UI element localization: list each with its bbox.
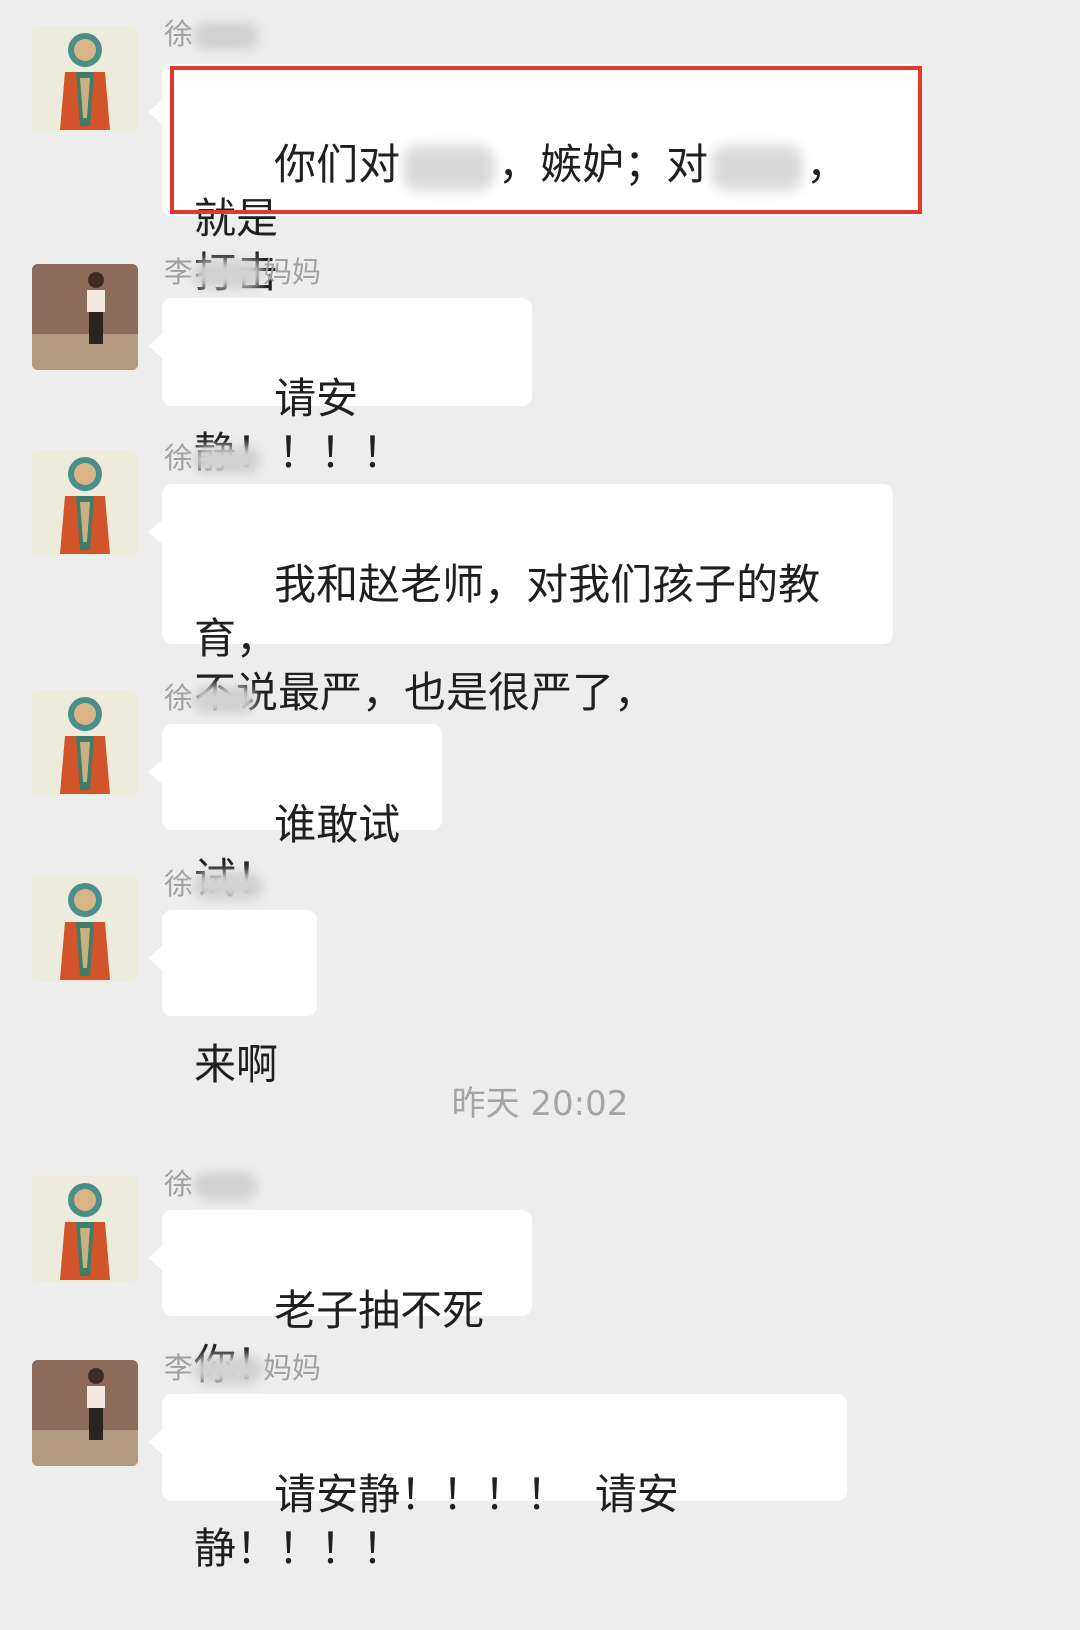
redacted-text-blur (404, 145, 495, 190)
buddha-painting-icon (32, 876, 138, 982)
sender-name: 李 妈妈 (164, 1348, 321, 1388)
sender-name-visible: 徐 (164, 441, 194, 475)
sender-name: 徐 (164, 864, 264, 904)
sender-name-visible: 徐 (164, 867, 194, 901)
message-text-part: 你们对 (274, 140, 401, 189)
message-bubble[interactable]: 谁敢试试！ (148, 724, 442, 903)
sender-name-visible: 徐 (164, 1167, 194, 1201)
buddha-avatar[interactable] (32, 26, 138, 132)
sender-name-visible: 李 (164, 255, 194, 289)
redacted-name-blur (193, 1172, 258, 1200)
sender-name: 李 妈妈 (164, 252, 321, 292)
redacted-text-blur (712, 145, 803, 190)
redacted-name-blur (193, 446, 262, 474)
sender-name-suffix: 妈妈 (263, 1351, 322, 1385)
redacted-name-blur (193, 686, 256, 714)
photo-avatar[interactable] (32, 1360, 138, 1466)
person-photo-icon (32, 264, 138, 370)
sender-name: 徐 (164, 14, 260, 54)
buddha-avatar[interactable] (32, 690, 138, 796)
message-text: 我和赵老师，对我们孩子的教育， 不说最严，也是很严了， (194, 560, 821, 717)
redacted-name-blur (193, 260, 264, 288)
message-bubble[interactable]: 来啊 (148, 910, 317, 1089)
chat-timestamp: 昨天 20:02 (451, 1084, 629, 1124)
sender-name-visible: 李 (164, 1351, 194, 1385)
redacted-name-blur (193, 872, 264, 900)
message-text-part: ，嫉妒；对 (498, 140, 709, 189)
message-text: 请安静！！！！ 请安静！！！！ (194, 1470, 679, 1573)
buddha-avatar[interactable] (32, 876, 138, 982)
sender-name-suffix: 妈妈 (263, 255, 322, 289)
message-bubble[interactable]: 老子抽不死你！ (148, 1210, 532, 1389)
buddha-painting-icon (32, 690, 138, 796)
sender-name-visible: 徐 (164, 681, 194, 715)
buddha-avatar[interactable] (32, 1176, 138, 1282)
buddha-painting-icon (32, 450, 138, 556)
sender-name: 徐 (164, 438, 262, 478)
message-bubble[interactable]: 请安静！！！！ 请安静！！！！ (148, 1394, 847, 1573)
buddha-painting-icon (32, 26, 138, 132)
buddha-avatar[interactable] (32, 450, 138, 556)
person-photo-icon (32, 1360, 138, 1466)
message-bubble[interactable]: 请安静！！！！ (148, 298, 532, 477)
message-bubble[interactable]: 你们对，嫉妒；对，就是 打击 (148, 64, 922, 297)
sender-name: 徐 (164, 1164, 258, 1204)
chat-transcript: 徐 你们对，嫉妒；对，就是 打击 李妈妈 请安静！！！！ (0, 0, 1080, 1573)
buddha-painting-icon (32, 1176, 138, 1282)
redacted-name-blur (193, 1356, 264, 1384)
photo-avatar[interactable] (32, 264, 138, 370)
redacted-name-blur (193, 22, 260, 50)
message-bubble[interactable]: 我和赵老师，对我们孩子的教育， 不说最严，也是很严了， (148, 484, 893, 717)
sender-name-visible: 徐 (164, 17, 194, 51)
sender-name: 徐 (164, 678, 256, 718)
